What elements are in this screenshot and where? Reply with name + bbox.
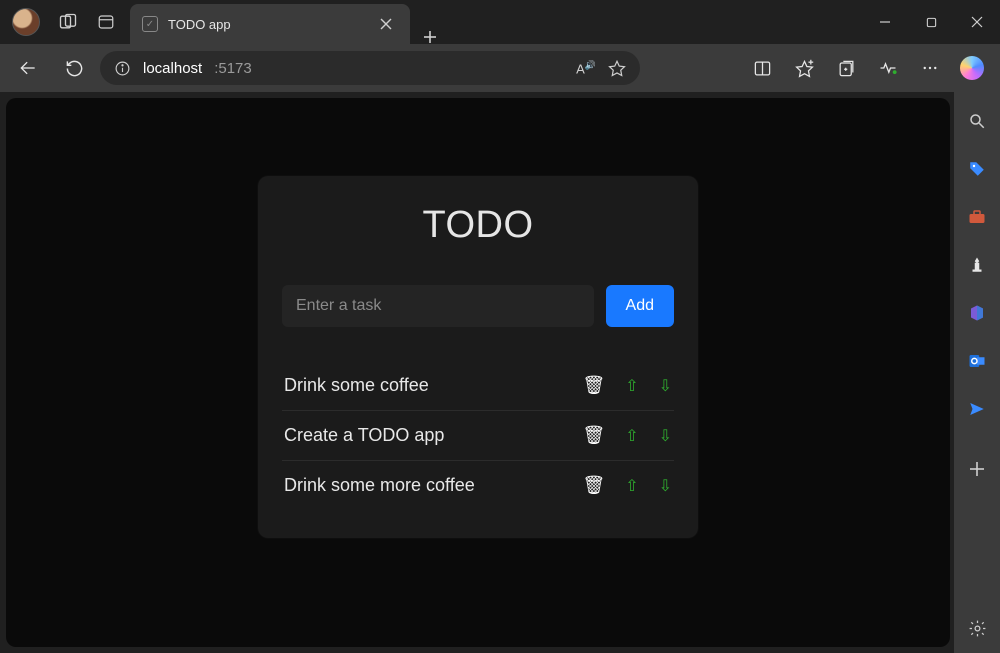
task-item: Create a TODO app 🗑 ⇧ ⇩ bbox=[282, 411, 674, 461]
task-text: Create a TODO app bbox=[284, 425, 582, 446]
tab-strip: TODO app bbox=[130, 0, 862, 44]
send-icon[interactable] bbox=[966, 398, 988, 420]
move-up-icon[interactable]: ⇧ bbox=[625, 376, 638, 396]
task-actions: 🗑 ⇧ ⇩ bbox=[582, 475, 672, 496]
move-down-icon[interactable]: ⇩ bbox=[659, 376, 672, 396]
shopping-tag-icon[interactable] bbox=[966, 158, 988, 180]
toolbox-icon[interactable] bbox=[966, 206, 988, 228]
profile-avatar[interactable] bbox=[12, 8, 40, 36]
health-icon[interactable] bbox=[868, 50, 908, 86]
split-screen-icon[interactable] bbox=[742, 50, 782, 86]
toolbar-right bbox=[742, 50, 992, 86]
browser-toolbar: localhost :5173 A🔊 bbox=[0, 44, 1000, 92]
task-text: Drink some more coffee bbox=[284, 475, 582, 496]
address-bar[interactable]: localhost :5173 A🔊 bbox=[100, 51, 640, 85]
games-icon[interactable] bbox=[966, 254, 988, 276]
page-content: TODO Add Drink some coffee 🗑 ⇧ ⇩ bbox=[6, 98, 950, 647]
browser-tab[interactable]: TODO app bbox=[130, 4, 410, 44]
page-title: TODO bbox=[282, 204, 674, 247]
collections-icon[interactable] bbox=[826, 50, 866, 86]
browser-body: TODO Add Drink some coffee 🗑 ⇧ ⇩ bbox=[0, 92, 1000, 653]
tab-overview-icon[interactable] bbox=[96, 12, 116, 32]
move-down-icon[interactable]: ⇩ bbox=[659, 476, 672, 496]
task-list: Drink some coffee 🗑 ⇧ ⇩ Create a TODO ap… bbox=[282, 361, 674, 510]
tab-close-button[interactable] bbox=[374, 12, 398, 36]
move-up-icon[interactable]: ⇧ bbox=[625, 426, 638, 446]
task-actions: 🗑 ⇧ ⇩ bbox=[582, 425, 672, 446]
task-text: Drink some coffee bbox=[284, 375, 582, 396]
viewport: TODO Add Drink some coffee 🗑 ⇧ ⇩ bbox=[0, 92, 954, 653]
favorite-star-icon[interactable] bbox=[608, 59, 626, 77]
workspaces-icon[interactable] bbox=[58, 12, 78, 32]
move-down-icon[interactable]: ⇩ bbox=[659, 426, 672, 446]
site-info-icon[interactable] bbox=[114, 60, 131, 77]
maximize-button[interactable] bbox=[908, 0, 954, 44]
move-up-icon[interactable]: ⇧ bbox=[625, 476, 638, 496]
outlook-icon[interactable] bbox=[966, 350, 988, 372]
tab-favicon bbox=[142, 16, 158, 32]
task-item: Drink some coffee 🗑 ⇧ ⇩ bbox=[282, 361, 674, 411]
new-tab-button[interactable] bbox=[410, 30, 450, 44]
read-aloud-icon[interactable]: A🔊 bbox=[576, 60, 596, 76]
url-port: :5173 bbox=[214, 60, 252, 77]
delete-icon[interactable]: 🗑 bbox=[582, 425, 605, 446]
task-input-row: Add bbox=[282, 285, 674, 327]
more-menu-icon[interactable] bbox=[910, 50, 950, 86]
todo-card: TODO Add Drink some coffee 🗑 ⇧ ⇩ bbox=[258, 176, 698, 538]
sidebar-add-icon[interactable] bbox=[966, 458, 988, 480]
search-icon[interactable] bbox=[966, 110, 988, 132]
favorites-icon[interactable] bbox=[784, 50, 824, 86]
add-button[interactable]: Add bbox=[606, 285, 674, 327]
back-button[interactable] bbox=[8, 50, 48, 86]
delete-icon[interactable]: 🗑 bbox=[582, 375, 605, 396]
minimize-button[interactable] bbox=[862, 0, 908, 44]
close-window-button[interactable] bbox=[954, 0, 1000, 44]
window-titlebar: TODO app bbox=[0, 0, 1000, 44]
m365-icon[interactable] bbox=[966, 302, 988, 324]
browser-sidebar bbox=[954, 92, 1000, 653]
titlebar-left bbox=[0, 0, 116, 44]
copilot-icon[interactable] bbox=[952, 50, 992, 86]
task-item: Drink some more coffee 🗑 ⇧ ⇩ bbox=[282, 461, 674, 510]
window-controls bbox=[862, 0, 1000, 44]
delete-icon[interactable]: 🗑 bbox=[582, 475, 605, 496]
task-input[interactable] bbox=[282, 285, 594, 327]
settings-icon[interactable] bbox=[966, 617, 988, 639]
task-actions: 🗑 ⇧ ⇩ bbox=[582, 375, 672, 396]
tab-title: TODO app bbox=[168, 17, 364, 32]
refresh-button[interactable] bbox=[54, 50, 94, 86]
url-host: localhost bbox=[143, 60, 202, 77]
